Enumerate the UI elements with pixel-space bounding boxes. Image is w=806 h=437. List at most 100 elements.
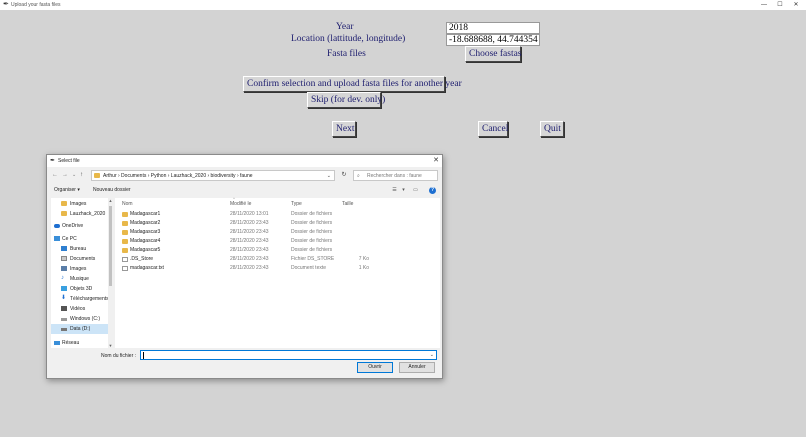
close-icon[interactable]: ✕	[790, 0, 802, 10]
up-icon[interactable]: ↑	[80, 171, 83, 180]
folder-icon	[122, 247, 128, 253]
refresh-icon[interactable]: ↻	[338, 170, 350, 181]
window-titlebar: ✒ Upload your fasta files — ☐ ✕	[0, 0, 806, 10]
cube-icon	[61, 286, 67, 291]
breadcrumb[interactable]: Arthur › Documents › Python › Lauzhack_2…	[103, 171, 253, 181]
video-icon	[61, 306, 67, 311]
file-icon	[122, 256, 128, 262]
music-icon: ♪	[61, 275, 64, 281]
dialog-title: Select file	[58, 158, 80, 164]
location-label: Location (lattitude, longitude)	[291, 34, 406, 44]
column-header-date[interactable]: Modifié le	[230, 200, 251, 208]
folder-icon	[94, 173, 100, 178]
minimize-icon[interactable]: —	[758, 0, 770, 10]
sidebar-item-desktop[interactable]: Bureau	[51, 244, 108, 254]
search-input[interactable]: ⌕ Rechercher dans : faune	[353, 170, 438, 181]
sidebar-item-downloads[interactable]: ⬇ Téléchargements	[51, 294, 109, 304]
scroll-down-icon[interactable]: ▼	[108, 343, 112, 348]
next-button[interactable]: Next	[332, 121, 356, 137]
file-dialog: ✒ Select file ✕ ← → ⌄ ↑ Arthur › Documen…	[46, 154, 443, 379]
sidebar-item-music[interactable]: ♪ Musique	[51, 274, 108, 284]
column-header-name[interactable]: Nom	[122, 200, 133, 208]
file-row[interactable]: madagascar.txt 28/11/2020 23:43 Document…	[115, 264, 440, 273]
sidebar-item-videos[interactable]: Vidéos	[51, 304, 108, 314]
file-row[interactable]: Madagascar3 28/11/2020 23:43 Dossier de …	[115, 228, 440, 237]
sidebar-item-windows-c[interactable]: Windows (C:)	[51, 314, 108, 324]
year-input[interactable]: 2018	[446, 22, 540, 34]
sidebar-item-3d-objects[interactable]: Objets 3D	[51, 284, 108, 294]
forward-icon[interactable]: →	[62, 171, 68, 180]
file-row[interactable]: Madagascar1 28/11/2020 13:01 Dossier de …	[115, 210, 440, 219]
text-file-icon	[122, 265, 128, 271]
navigation-pane: Images Lauzhack_2020 OneDrive Ce PC Bure…	[51, 198, 112, 348]
chevron-down-icon[interactable]: ⌄	[430, 351, 434, 360]
file-row[interactable]: Madagascar2 28/11/2020 23:43 Dossier de …	[115, 219, 440, 228]
sidebar-scrollbar[interactable]: ▲ ▼	[108, 198, 112, 348]
organize-button[interactable]: Organiser ▾	[54, 185, 80, 196]
folder-icon	[61, 201, 67, 206]
documents-icon	[61, 256, 67, 261]
chevron-down-icon[interactable]: ⌄	[327, 171, 331, 181]
year-label: Year	[336, 22, 354, 32]
download-icon: ⬇	[61, 295, 67, 301]
folder-icon	[122, 229, 128, 235]
text-caret	[143, 352, 144, 359]
open-button[interactable]: Ouvrir	[357, 362, 393, 373]
address-bar[interactable]: Arthur › Documents › Python › Lauzhack_2…	[91, 170, 335, 181]
feather-icon: ✒	[3, 1, 9, 8]
folder-icon	[122, 220, 128, 226]
file-row[interactable]: Madagascar5 28/11/2020 23:43 Dossier de …	[115, 246, 440, 255]
new-folder-button[interactable]: Nouveau dossier	[93, 185, 131, 196]
drive-icon	[61, 318, 67, 321]
sidebar-item-pictures[interactable]: Images	[51, 264, 108, 274]
cancel-button[interactable]: Cancel	[478, 121, 508, 137]
sidebar-item-data-d[interactable]: Data (D:)	[51, 324, 108, 334]
file-row[interactable]: Madagascar4 28/11/2020 23:43 Dossier de …	[115, 237, 440, 246]
pictures-icon	[61, 266, 67, 271]
scrollbar-thumb[interactable]	[109, 206, 112, 286]
close-icon[interactable]: ✕	[433, 156, 439, 166]
computer-icon	[54, 236, 60, 241]
folder-icon	[122, 211, 128, 217]
window-title: Upload your fasta files	[11, 2, 61, 8]
file-row[interactable]: .DS_Store 28/11/2020 23:43 Fichier DS_ST…	[115, 255, 440, 264]
confirm-upload-button[interactable]: Confirm selection and upload fasta files…	[243, 76, 462, 92]
feather-icon: ✒	[50, 158, 56, 164]
sidebar-item-lauzhack[interactable]: Lauzhack_2020	[51, 209, 108, 219]
dialog-toolbar: Organiser ▾ Nouveau dossier ☰ ▾ ▭ ?	[47, 185, 442, 196]
filename-label: Nom du fichier :	[101, 353, 137, 359]
view-options-icon[interactable]: ☰	[391, 187, 398, 193]
folder-icon	[61, 211, 67, 216]
back-icon[interactable]: ←	[52, 171, 58, 180]
sidebar-item-network[interactable]: Réseau	[51, 338, 108, 348]
dialog-cancel-button[interactable]: Annuler	[399, 362, 435, 373]
preview-pane-icon[interactable]: ▭	[412, 187, 419, 193]
column-header-type[interactable]: Type	[291, 200, 302, 208]
fasta-label: Fasta files	[327, 49, 366, 59]
file-list: ^ Nom Modifié le Type Taille Madagascar1…	[115, 196, 440, 348]
dialog-titlebar: ✒ Select file ✕	[47, 155, 442, 167]
sidebar-item-documents[interactable]: Documents	[51, 254, 108, 264]
chevron-down-icon[interactable]: ⌄	[72, 171, 76, 180]
cloud-icon	[54, 224, 60, 228]
quit-button[interactable]: Quit	[540, 121, 564, 137]
help-icon[interactable]: ?	[429, 187, 436, 194]
address-row: ← → ⌄ ↑ Arthur › Documents › Python › La…	[47, 169, 442, 183]
column-header-size[interactable]: Taille	[342, 200, 353, 208]
scroll-up-icon[interactable]: ▲	[108, 198, 112, 203]
search-placeholder: Rechercher dans : faune	[367, 173, 422, 179]
sidebar-item-this-pc[interactable]: Ce PC	[51, 234, 108, 244]
desktop-icon	[61, 246, 67, 251]
skip-button[interactable]: Skip (for dev. only)	[307, 92, 385, 108]
search-icon: ⌕	[357, 173, 360, 179]
chevron-down-icon[interactable]: ▾	[400, 187, 407, 193]
filename-input[interactable]: ⌄	[140, 350, 437, 360]
maximize-icon[interactable]: ☐	[774, 0, 786, 10]
location-input[interactable]: -18.688688, 44.744354	[446, 34, 540, 46]
network-icon	[54, 341, 60, 345]
sidebar-item-onedrive[interactable]: OneDrive	[51, 221, 108, 231]
folder-icon	[122, 238, 128, 244]
sidebar-item-images-pinned[interactable]: Images	[51, 199, 108, 209]
drive-icon	[61, 328, 67, 331]
choose-fastas-button[interactable]: Choose fastas	[465, 46, 522, 62]
